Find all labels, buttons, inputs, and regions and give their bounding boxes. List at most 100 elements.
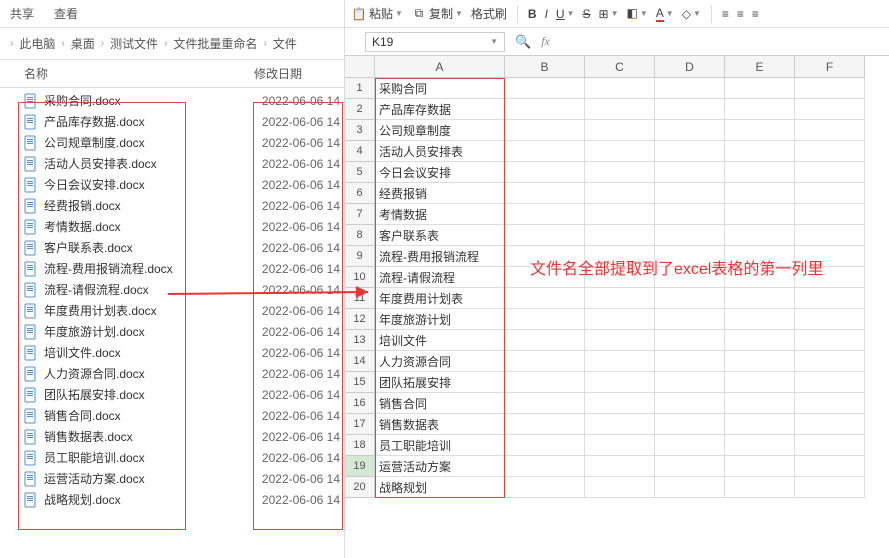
cell-D13[interactable] bbox=[655, 330, 725, 351]
cell-E13[interactable] bbox=[725, 330, 795, 351]
file-row[interactable]: 团队拓展安排.docx2022-06-06 14 bbox=[0, 384, 344, 405]
cell-D14[interactable] bbox=[655, 351, 725, 372]
cell-D11[interactable] bbox=[655, 288, 725, 309]
cell-F13[interactable] bbox=[795, 330, 865, 351]
cell-B7[interactable] bbox=[505, 204, 585, 225]
cell-D20[interactable] bbox=[655, 477, 725, 498]
file-row[interactable]: 战略规划.docx2022-06-06 14 bbox=[0, 489, 344, 510]
cell-D6[interactable] bbox=[655, 183, 725, 204]
cell-C11[interactable] bbox=[585, 288, 655, 309]
row-header[interactable]: 1 bbox=[345, 78, 375, 99]
row-header[interactable]: 13 bbox=[345, 330, 375, 351]
file-row[interactable]: 活动人员安排表.docx2022-06-06 14 bbox=[0, 153, 344, 174]
cell-A18[interactable]: 员工职能培训 bbox=[375, 435, 505, 456]
cell-B5[interactable] bbox=[505, 162, 585, 183]
row-header[interactable]: 5 bbox=[345, 162, 375, 183]
cell-B18[interactable] bbox=[505, 435, 585, 456]
cell-D2[interactable] bbox=[655, 99, 725, 120]
search-icon[interactable]: 🔍 bbox=[515, 34, 531, 50]
cell-A11[interactable]: 年度费用计划表 bbox=[375, 288, 505, 309]
cell-A3[interactable]: 公司规章制度 bbox=[375, 120, 505, 141]
cell-A14[interactable]: 人力资源合同 bbox=[375, 351, 505, 372]
underline-button[interactable]: U▼ bbox=[556, 7, 575, 21]
cell-D5[interactable] bbox=[655, 162, 725, 183]
row-header[interactable]: 9 bbox=[345, 246, 375, 267]
cell-A16[interactable]: 销售合同 bbox=[375, 393, 505, 414]
cell-B10[interactable] bbox=[505, 267, 585, 288]
cell-D4[interactable] bbox=[655, 141, 725, 162]
tab-share[interactable]: 共享 bbox=[10, 5, 34, 22]
cell-C8[interactable] bbox=[585, 225, 655, 246]
col-header-E[interactable]: E bbox=[725, 56, 795, 78]
cell-D17[interactable] bbox=[655, 414, 725, 435]
cell-E19[interactable] bbox=[725, 456, 795, 477]
file-row[interactable]: 培训文件.docx2022-06-06 14 bbox=[0, 342, 344, 363]
row-header[interactable]: 18 bbox=[345, 435, 375, 456]
cell-F2[interactable] bbox=[795, 99, 865, 120]
cell-F4[interactable] bbox=[795, 141, 865, 162]
cell-C20[interactable] bbox=[585, 477, 655, 498]
file-row[interactable]: 流程-费用报销流程.docx2022-06-06 14 bbox=[0, 258, 344, 279]
cell-E11[interactable] bbox=[725, 288, 795, 309]
cell-F7[interactable] bbox=[795, 204, 865, 225]
align-center-button[interactable]: ≡ bbox=[737, 7, 744, 21]
cell-C3[interactable] bbox=[585, 120, 655, 141]
file-row[interactable]: 销售合同.docx2022-06-06 14 bbox=[0, 405, 344, 426]
row-header[interactable]: 2 bbox=[345, 99, 375, 120]
cell-D15[interactable] bbox=[655, 372, 725, 393]
file-row[interactable]: 员工职能培训.docx2022-06-06 14 bbox=[0, 447, 344, 468]
file-row[interactable]: 客户联系表.docx2022-06-06 14 bbox=[0, 237, 344, 258]
row-header[interactable]: 14 bbox=[345, 351, 375, 372]
cell-F14[interactable] bbox=[795, 351, 865, 372]
cell-B1[interactable] bbox=[505, 78, 585, 99]
cell-D10[interactable] bbox=[655, 267, 725, 288]
cell-F3[interactable] bbox=[795, 120, 865, 141]
cell-C5[interactable] bbox=[585, 162, 655, 183]
cell-C2[interactable] bbox=[585, 99, 655, 120]
cell-C16[interactable] bbox=[585, 393, 655, 414]
crumb[interactable]: 测试文件 bbox=[110, 35, 158, 52]
file-row[interactable]: 人力资源合同.docx2022-06-06 14 bbox=[0, 363, 344, 384]
tab-view[interactable]: 查看 bbox=[54, 5, 78, 22]
file-row[interactable]: 经费报销.docx2022-06-06 14 bbox=[0, 195, 344, 216]
cell-E12[interactable] bbox=[725, 309, 795, 330]
cell-C9[interactable] bbox=[585, 246, 655, 267]
row-header[interactable]: 19 bbox=[345, 456, 375, 477]
cell-F12[interactable] bbox=[795, 309, 865, 330]
cell-E18[interactable] bbox=[725, 435, 795, 456]
cell-E6[interactable] bbox=[725, 183, 795, 204]
cell-B8[interactable] bbox=[505, 225, 585, 246]
cell-A13[interactable]: 培训文件 bbox=[375, 330, 505, 351]
cell-B17[interactable] bbox=[505, 414, 585, 435]
cell-C14[interactable] bbox=[585, 351, 655, 372]
cell-C4[interactable] bbox=[585, 141, 655, 162]
cell-A7[interactable]: 考情数据 bbox=[375, 204, 505, 225]
cell-A1[interactable]: 采购合同 bbox=[375, 78, 505, 99]
cell-E7[interactable] bbox=[725, 204, 795, 225]
row-header[interactable]: 10 bbox=[345, 267, 375, 288]
file-row[interactable]: 考情数据.docx2022-06-06 14 bbox=[0, 216, 344, 237]
cell-E5[interactable] bbox=[725, 162, 795, 183]
cell-F1[interactable] bbox=[795, 78, 865, 99]
cell-B16[interactable] bbox=[505, 393, 585, 414]
cell-D9[interactable] bbox=[655, 246, 725, 267]
cell-D8[interactable] bbox=[655, 225, 725, 246]
col-header-A[interactable]: A bbox=[375, 56, 505, 78]
cell-D12[interactable] bbox=[655, 309, 725, 330]
cell-E20[interactable] bbox=[725, 477, 795, 498]
cell-A12[interactable]: 年度旅游计划 bbox=[375, 309, 505, 330]
row-header[interactable]: 15 bbox=[345, 372, 375, 393]
row-header[interactable]: 3 bbox=[345, 120, 375, 141]
col-header-B[interactable]: B bbox=[505, 56, 585, 78]
cell-F16[interactable] bbox=[795, 393, 865, 414]
cell-E17[interactable] bbox=[725, 414, 795, 435]
cell-A19[interactable]: 运营活动方案 bbox=[375, 456, 505, 477]
cell-B12[interactable] bbox=[505, 309, 585, 330]
cell-F11[interactable] bbox=[795, 288, 865, 309]
cell-B15[interactable] bbox=[505, 372, 585, 393]
cell-A8[interactable]: 客户联系表 bbox=[375, 225, 505, 246]
border-button[interactable]: ⊞▼ bbox=[599, 7, 619, 21]
col-header-name[interactable]: 名称 bbox=[24, 65, 254, 82]
cell-B3[interactable] bbox=[505, 120, 585, 141]
cell-C6[interactable] bbox=[585, 183, 655, 204]
